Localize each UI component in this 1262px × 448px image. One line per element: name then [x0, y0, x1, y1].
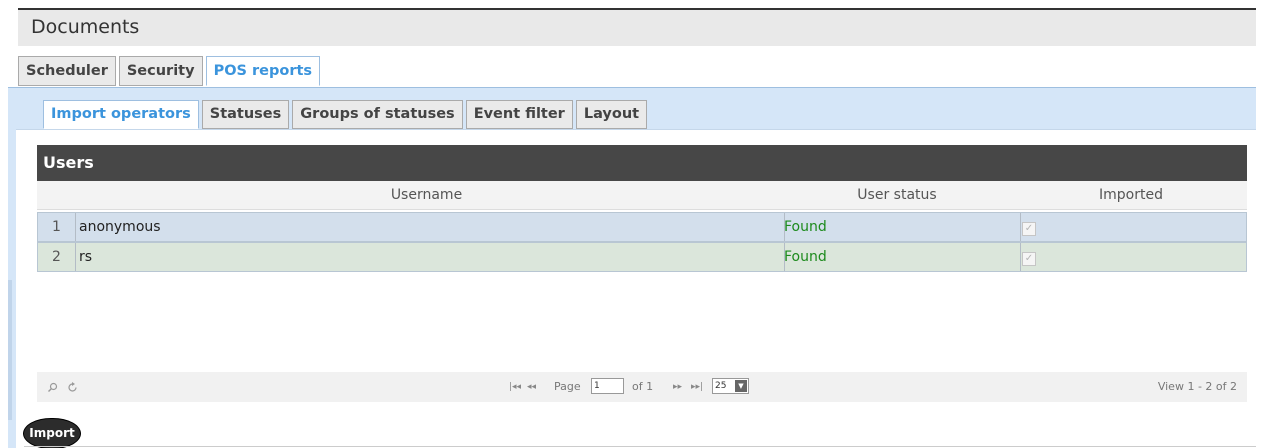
- refresh-icon[interactable]: [67, 372, 78, 402]
- imported-cell: ✓: [1016, 213, 1252, 241]
- username-cell: rs: [75, 243, 785, 271]
- last-page-icon[interactable]: ▸▸|: [691, 372, 703, 402]
- imported-cell: ✓: [1016, 243, 1252, 271]
- subtab-import-operators[interactable]: Import operators: [43, 100, 199, 129]
- view-records-text: View 1 - 2 of 2: [1157, 380, 1237, 393]
- user-status-cell: Found: [780, 213, 1021, 241]
- column-header-user-status[interactable]: User status: [779, 181, 1015, 210]
- table-row[interactable]: 1 anonymous Found ✓: [37, 212, 1247, 242]
- chevron-down-icon: ▼: [735, 380, 747, 392]
- first-page-icon[interactable]: |◂◂: [509, 372, 521, 402]
- subtab-statuses[interactable]: Statuses: [201, 100, 290, 129]
- row-number: 1: [38, 213, 76, 241]
- search-icon[interactable]: [47, 372, 58, 402]
- prev-page-icon[interactable]: ◂◂: [527, 372, 536, 402]
- main-tabs: Scheduler Security POS reports: [18, 56, 321, 86]
- column-header-imported[interactable]: Imported: [1015, 181, 1247, 210]
- subtab-event-filter[interactable]: Event filter: [465, 100, 573, 129]
- page-number-input[interactable]: [591, 378, 624, 394]
- imported-checkbox[interactable]: ✓: [1022, 222, 1036, 236]
- column-header-username[interactable]: Username: [74, 181, 779, 210]
- table-row[interactable]: 2 rs Found ✓: [37, 242, 1247, 272]
- page-label: Page: [554, 380, 581, 393]
- grid-caption: Users: [37, 145, 1247, 181]
- subtab-layout[interactable]: Layout: [575, 100, 648, 129]
- user-status-cell: Found: [780, 243, 1021, 271]
- window-title: Documents: [18, 8, 1256, 46]
- sub-tabs: Import operators Statuses Groups of stat…: [43, 100, 648, 129]
- panel-left-edge: [8, 280, 12, 420]
- rows-per-page-select[interactable]: 25 ▼: [712, 378, 749, 394]
- tab-scheduler[interactable]: Scheduler: [18, 56, 116, 86]
- import-button[interactable]: Import: [24, 419, 80, 448]
- subtab-groups-of-statuses[interactable]: Groups of statuses: [292, 100, 463, 129]
- imported-checkbox[interactable]: ✓: [1022, 252, 1036, 266]
- bottom-divider: [24, 446, 1256, 447]
- tab-security[interactable]: Security: [118, 56, 203, 86]
- page-count-label: of 1: [632, 380, 654, 393]
- grid-pager: |◂◂ ◂◂ Page of 1 ▸▸ ▸▸| 25 ▼ View 1 - 2 …: [37, 372, 1247, 402]
- rows-per-page-value: 25: [715, 381, 727, 391]
- username-cell: anonymous: [75, 213, 785, 241]
- next-page-icon[interactable]: ▸▸: [673, 372, 682, 402]
- row-number: 2: [38, 243, 76, 271]
- tab-pos-reports[interactable]: POS reports: [205, 56, 321, 86]
- grid-header: Username User status Imported: [37, 181, 1247, 210]
